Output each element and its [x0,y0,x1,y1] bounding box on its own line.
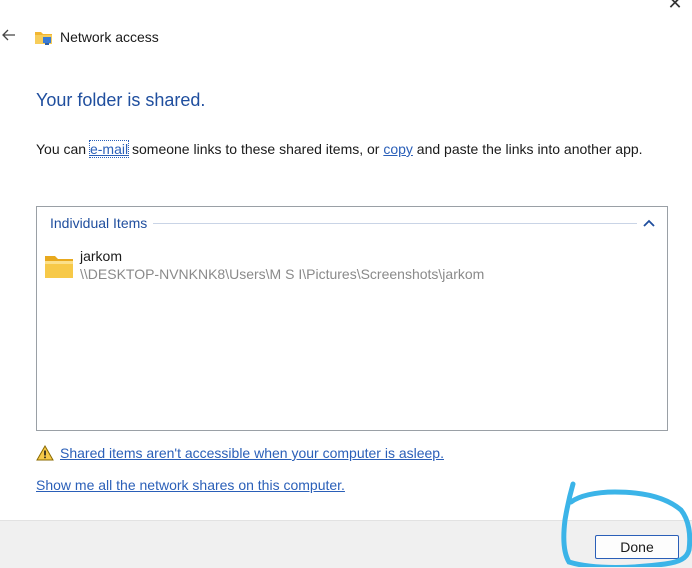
sleep-warning: Shared items aren't accessible when your… [36,445,444,461]
close-button[interactable]: ✕ [664,0,686,16]
network-shares-link[interactable]: Show me all the network shares on this c… [36,477,345,493]
copy-link[interactable]: copy [383,141,413,157]
title-bar: Network access [34,26,159,48]
list-item[interactable]: jarkom \\DESKTOP-NVNKNK8\Users\M S I\Pic… [44,247,484,283]
warning-icon [36,445,54,461]
back-arrow-icon [2,29,15,41]
chevron-up-icon[interactable] [641,215,657,231]
done-button[interactable]: Done [595,535,679,559]
item-path: \\DESKTOP-NVNKNK8\Users\M S I\Pictures\S… [80,266,485,282]
shared-items-list: Individual Items jarkom \\DESKTOP-NVNKNK… [36,206,668,431]
window-title: Network access [60,29,159,45]
group-header-individual-items[interactable]: Individual Items [50,213,657,233]
network-folder-icon [35,32,52,45]
share-description: You can e-mail someone links to these sh… [36,139,666,159]
item-name: jarkom [80,248,123,264]
back-button[interactable] [0,26,18,44]
group-label: Individual Items [50,215,148,231]
group-divider [153,222,637,224]
page-title: Your folder is shared. [36,90,206,110]
desc-middle: someone links to these shared items, or [128,141,384,157]
email-link[interactable]: e-mail [88,140,130,158]
sleep-warning-link[interactable]: Shared items aren't accessible when your… [60,445,444,461]
desc-prefix: You can [36,141,90,157]
desc-suffix: and paste the links into another app. [412,141,643,157]
dialog-footer [0,520,692,568]
folder-icon [45,256,73,278]
